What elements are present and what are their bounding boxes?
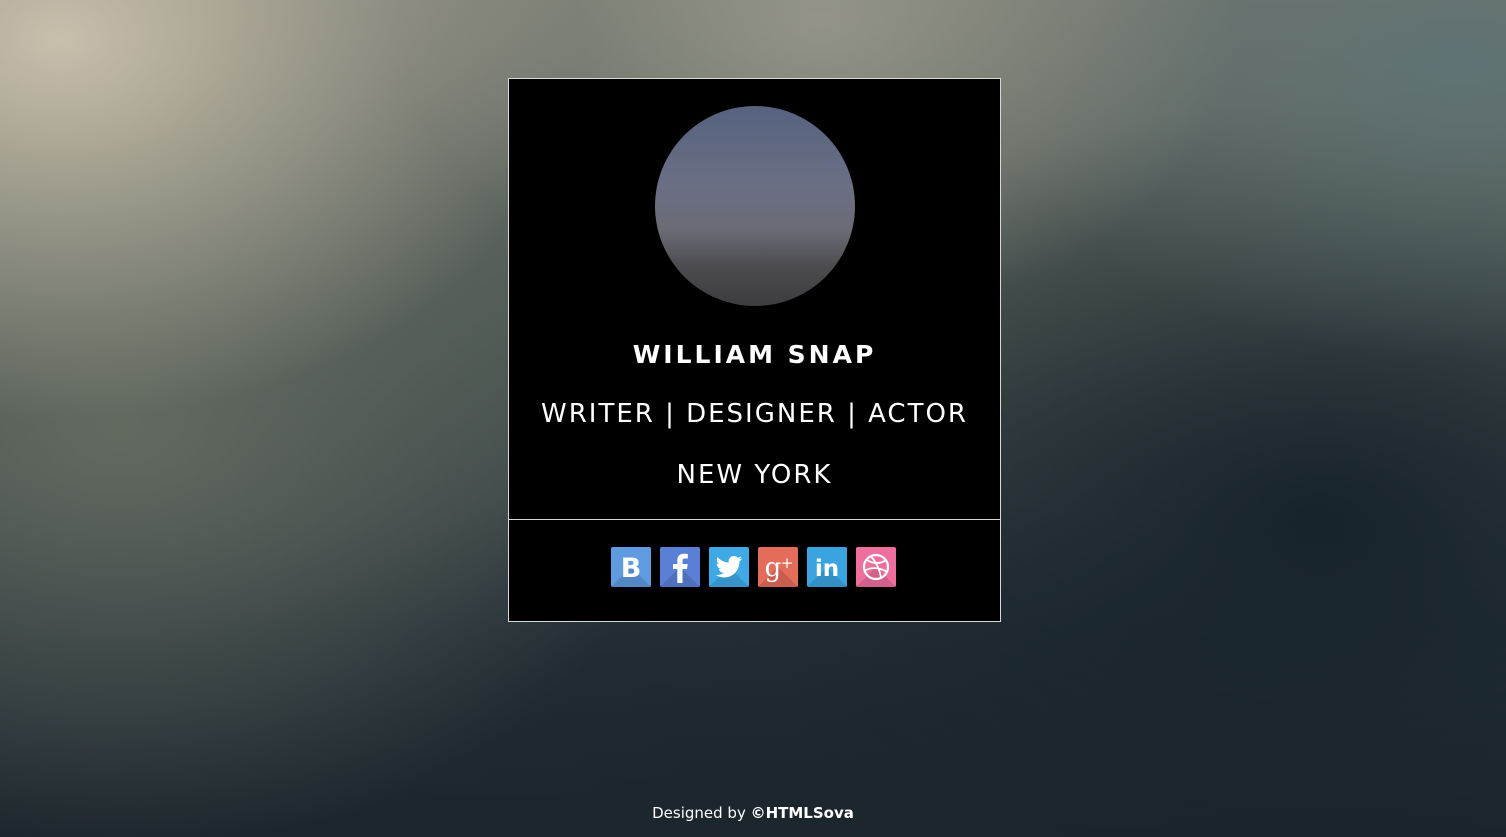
vk-icon: B (621, 553, 642, 584)
svg-text:+: + (781, 554, 794, 572)
dribbble-link[interactable] (856, 547, 896, 587)
facebook-icon (673, 553, 688, 583)
google-plus-link[interactable]: g + (758, 547, 798, 587)
vk-link[interactable]: B (611, 547, 651, 587)
linkedin-link[interactable]: in (807, 547, 847, 587)
avatar (655, 106, 855, 306)
footer-credit: Designed by ©HTMLSova (0, 804, 1506, 822)
profile-name: WILLIAM SNAP (632, 340, 877, 369)
svg-text:B: B (621, 553, 642, 584)
profile-city: NEW YORK (676, 460, 833, 490)
linkedin-icon: in (815, 556, 839, 582)
card-divider (509, 519, 1000, 520)
dribbble-icon (862, 553, 890, 581)
profile-card: WILLIAM SNAP WRITER | DESIGNER | ACTOR N… (508, 78, 1001, 622)
footer-brand-link[interactable]: ©HTMLSova (751, 804, 854, 822)
footer-prefix: Designed by (652, 804, 751, 822)
google-plus-icon: g + (765, 553, 794, 583)
svg-text:in: in (815, 556, 839, 582)
twitter-icon (715, 556, 743, 578)
svg-text:g: g (765, 553, 782, 583)
twitter-link[interactable] (709, 547, 749, 587)
profile-roles: WRITER | DESIGNER | ACTOR (541, 399, 968, 429)
facebook-link[interactable] (660, 547, 700, 587)
social-links: B g + in (611, 547, 896, 587)
